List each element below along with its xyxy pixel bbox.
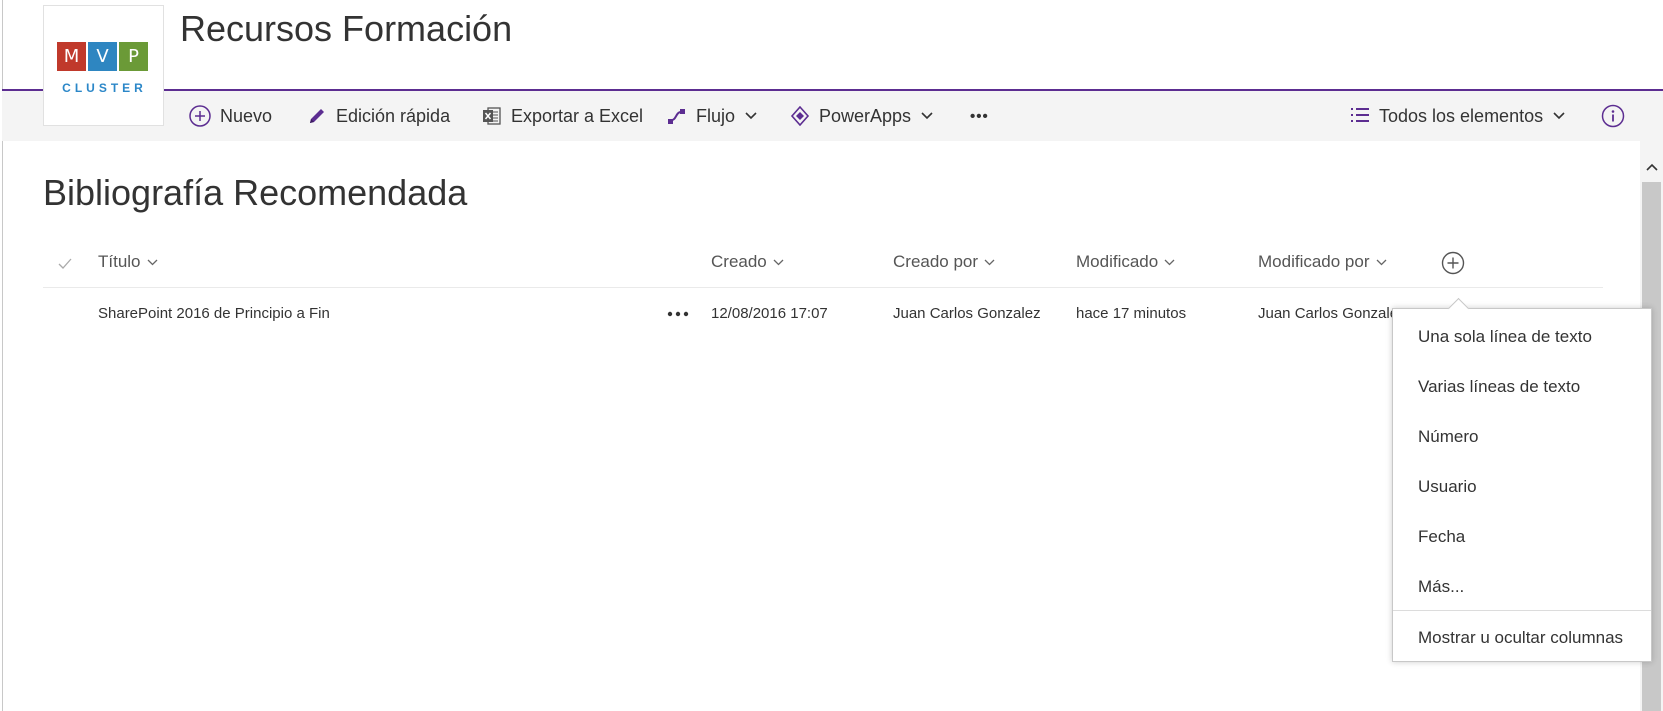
powerapps-button[interactable]: PowerApps [790, 91, 934, 141]
add-column-icon [1441, 251, 1465, 279]
column-header-title[interactable]: Título [98, 252, 158, 272]
powerapps-icon [790, 106, 810, 126]
view-selector-label: Todos los elementos [1379, 105, 1544, 126]
excel-icon [482, 106, 502, 126]
ellipsis-icon: ••• [970, 107, 989, 125]
info-button[interactable] [1601, 91, 1625, 141]
column-header-created[interactable]: Creado [711, 252, 784, 272]
powerapps-label: PowerApps [819, 105, 912, 126]
export-excel-label: Exportar a Excel [511, 105, 644, 126]
add-circle-icon [189, 105, 211, 127]
chevron-down-icon [920, 111, 934, 121]
row-more-icon[interactable] [667, 305, 689, 323]
add-column-menu: Una sola línea de texto Varias líneas de… [1392, 308, 1652, 662]
pencil-icon [307, 106, 327, 126]
info-icon [1601, 104, 1625, 128]
new-button[interactable]: Nuevo [189, 91, 272, 141]
chevron-down-icon [1164, 258, 1175, 266]
menu-item-date[interactable]: Fecha [1418, 527, 1465, 547]
flow-button[interactable]: Flujo [667, 91, 758, 141]
flow-label: Flujo [696, 105, 736, 126]
chevron-down-icon [984, 258, 995, 266]
add-column-button[interactable] [1441, 251, 1465, 280]
site-logo[interactable]: M V P CLUSTER [43, 5, 164, 126]
flow-icon [667, 106, 687, 126]
row-modified-by[interactable]: Juan Carlos Gonzalez [1258, 305, 1406, 322]
chevron-down-icon [773, 258, 784, 266]
row-created: 12/08/2016 17:07 [711, 305, 828, 322]
menu-item-show-hide-columns[interactable]: Mostrar u ocultar columnas [1418, 628, 1623, 648]
column-header-label: Creado por [893, 252, 979, 271]
export-excel-button[interactable]: Exportar a Excel [482, 91, 643, 141]
chevron-down-icon [1552, 111, 1566, 121]
new-button-label: Nuevo [220, 105, 273, 126]
view-selector[interactable]: Todos los elementos [1350, 91, 1566, 141]
scroll-up-arrow-icon[interactable] [1640, 156, 1663, 178]
column-header-modified-by[interactable]: Modificado por [1258, 252, 1387, 272]
list-title: Bibliografía Recomendada [43, 172, 468, 213]
column-header-label: Creado [711, 252, 767, 271]
column-header-label: Título [98, 252, 141, 271]
row-created-by[interactable]: Juan Carlos Gonzalez [893, 305, 1041, 322]
logo-tiles: M V P [57, 42, 148, 71]
menu-item-more[interactable]: Más... [1418, 577, 1464, 597]
logo-subtitle: CLUSTER [62, 81, 147, 95]
chevron-down-icon [744, 111, 758, 121]
column-header-modified[interactable]: Modificado [1076, 252, 1175, 272]
menu-item-number[interactable]: Número [1418, 427, 1478, 447]
row-modified: hace 17 minutos [1076, 305, 1187, 322]
menu-item-single-line-text[interactable]: Una sola línea de texto [1418, 327, 1592, 347]
header-row-divider [43, 287, 1603, 288]
overflow-button[interactable]: ••• [970, 91, 989, 141]
chevron-down-icon [147, 258, 158, 266]
column-header-label: Modificado [1076, 252, 1159, 271]
select-all-checkmark-icon[interactable] [58, 257, 72, 275]
site-title[interactable]: Recursos Formación [180, 8, 512, 50]
column-header-label: Modificado por [1258, 252, 1370, 271]
logo-tile-p: P [119, 42, 148, 71]
logo-tile-v: V [88, 42, 117, 71]
menu-item-multi-line-text[interactable]: Varias líneas de texto [1418, 377, 1580, 397]
logo-tile-m: M [57, 42, 86, 71]
column-header-created-by[interactable]: Creado por [893, 252, 995, 272]
quick-edit-label: Edición rápida [336, 105, 451, 126]
list-view-icon [1350, 106, 1370, 126]
row-title-link[interactable]: SharePoint 2016 de Principio a Fin [98, 305, 330, 322]
chevron-down-icon [1376, 258, 1387, 266]
command-bar: Nuevo Edición rápida Exportar a Excel Fl… [2, 91, 1663, 141]
menu-separator [1393, 610, 1651, 611]
quick-edit-button[interactable]: Edición rápida [307, 91, 450, 141]
menu-item-user[interactable]: Usuario [1418, 477, 1477, 497]
